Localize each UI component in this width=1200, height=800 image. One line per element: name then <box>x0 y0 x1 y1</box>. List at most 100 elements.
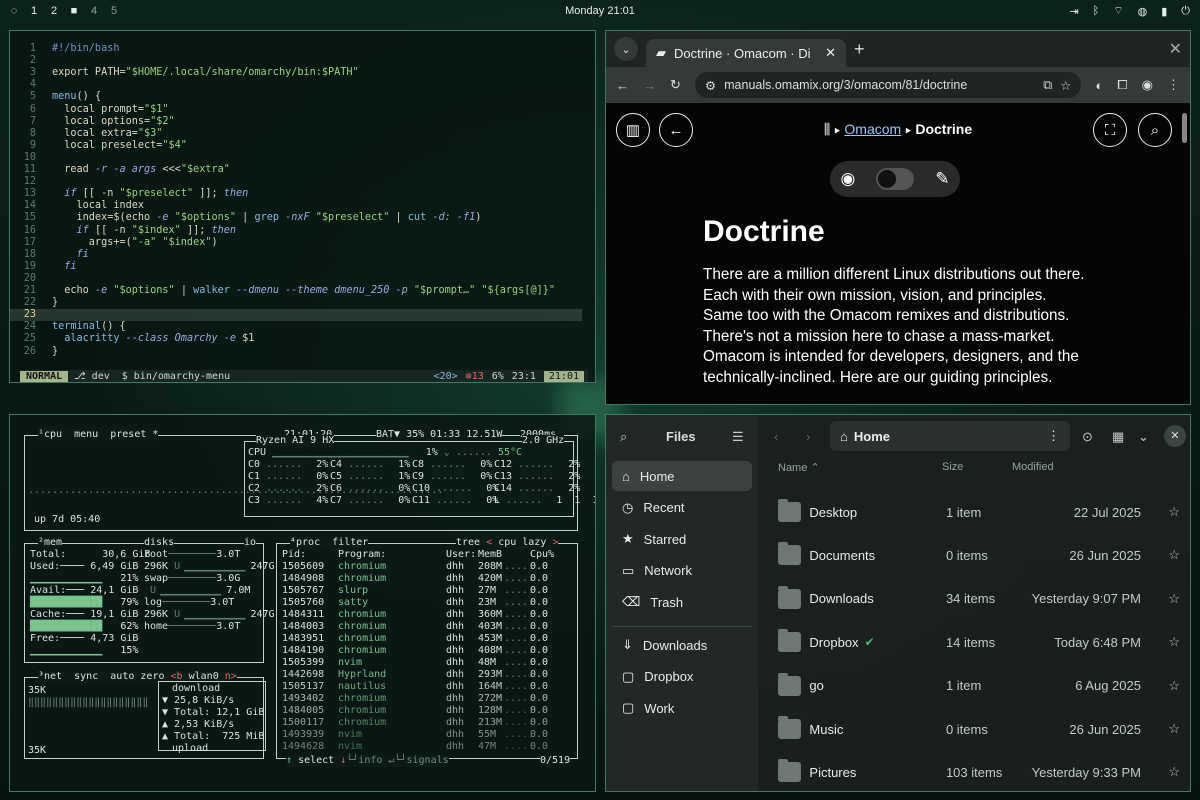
close-window-icon[interactable]: ✕ <box>1169 39 1182 59</box>
code-line[interactable]: 17 args+=("-a" "$index") <box>10 237 218 249</box>
code-line[interactable]: 11 read -r -a args <<< "$extra" <box>10 164 230 176</box>
code-line[interactable]: 12 <box>10 176 52 188</box>
neovim-window[interactable]: 1 #!/bin/bash 2 3 export PATH= "$HOME/.local/… <box>9 30 596 383</box>
star-icon[interactable]: ☆ <box>1141 634 1180 650</box>
code-line[interactable]: 9 local preselect= "$4" <box>10 140 187 152</box>
code-line[interactable]: 16 if [[ -n "$index" ]]; then <box>10 225 236 237</box>
star-icon[interactable]: ☆ <box>1141 547 1180 563</box>
workspace-1[interactable]: 1 <box>30 5 38 17</box>
disks-title[interactable]: disks <box>144 537 175 549</box>
extensions-puzzle-icon[interactable]: ⧠ <box>1117 77 1127 93</box>
tab-search-chevron-icon[interactable]: ⌄ <box>614 37 638 61</box>
sidebar-item-recent[interactable]: ◷ Recent <box>612 493 752 523</box>
file-row[interactable]: Desktop 1 item 22 Jul 2025 ☆ <box>778 497 1180 527</box>
star-icon[interactable]: ☆ <box>1141 764 1180 780</box>
code-line[interactable]: 21 echo -e "$options" | walker --dmenu -… <box>10 285 555 297</box>
workspace-3-active-icon[interactable]: ■ <box>70 5 78 17</box>
search-icon[interactable]: ⌕ <box>1138 113 1172 147</box>
sidebar-item-trash[interactable]: ⌫ Trash <box>612 587 752 617</box>
search-icon[interactable]: ⌕ <box>620 429 627 445</box>
code-line[interactable]: 13 if [[ -n "$preselect" ]]; then <box>10 188 249 200</box>
workspace-4[interactable]: 4 <box>90 5 98 17</box>
code-line[interactable]: 15 index=$(echo -e "$options" | grep -nx… <box>10 212 482 224</box>
browser-window[interactable]: ⌄ ▰ Doctrine · Omacom · Di ✕ + ✕ ← → ↻ ⚙… <box>605 30 1191 405</box>
profile-icon[interactable]: ◉ <box>1142 77 1153 93</box>
code-line[interactable]: 8 local extra= "$3" <box>10 128 163 140</box>
file-row[interactable]: Music 0 items 26 Jun 2025 ☆ <box>778 714 1180 744</box>
eye-icon[interactable]: ◉ <box>840 169 855 189</box>
files-window[interactable]: ⌕ Files ☰ ⌂ Home ◷ Recent ★ Starred ▭ Network ⌫ T… <box>605 414 1191 792</box>
workspace-2[interactable]: 2 <box>50 5 58 17</box>
code-line[interactable]: 26} <box>10 346 58 358</box>
view-options-icon[interactable]: ⊙ <box>1082 429 1093 445</box>
file-row[interactable]: go 1 item 6 Aug 2025 ☆ <box>778 671 1180 701</box>
logout-icon[interactable]: ⇥ <box>1069 5 1078 18</box>
col-size[interactable]: Size <box>942 461 1012 474</box>
forward-icon[interactable]: › <box>806 429 810 444</box>
star-icon[interactable]: ☆ <box>1141 504 1180 520</box>
col-modified[interactable]: Modified <box>1012 461 1112 474</box>
cpu-header[interactable]: ¹cpu menu preset * <box>38 429 159 441</box>
code-line[interactable]: 5 menu() { <box>10 91 101 103</box>
code-line[interactable]: 18 fi <box>10 249 89 261</box>
sidebar-item-downloads[interactable]: ⇓ Downloads <box>612 630 752 660</box>
code-line[interactable]: 23 <box>10 309 582 322</box>
file-row[interactable]: Downloads 34 items Yesterday 9:07 PM ☆ <box>778 584 1180 614</box>
code-line[interactable]: 24 terminal() { <box>10 321 126 333</box>
code-line[interactable]: 20 <box>10 273 52 285</box>
code-line[interactable]: 1 #!/bin/bash <box>10 43 120 55</box>
code-line[interactable]: 19 fi <box>10 261 77 273</box>
volume-icon[interactable]: ◍ <box>1138 5 1148 18</box>
proc-title[interactable]: ⁴proc filter <box>290 537 369 549</box>
file-row[interactable]: Dropbox ✔ 14 items Today 6:48 PM ☆ <box>778 627 1180 657</box>
sidebar-menu-icon[interactable]: ☰ <box>732 429 744 445</box>
mem-title[interactable]: ²mem <box>38 537 63 549</box>
grid-view-icon[interactable]: ▦ <box>1112 429 1124 445</box>
reload-icon[interactable]: ↻ <box>670 77 681 93</box>
extension-icon[interactable]: ◐ <box>1095 78 1103 93</box>
star-icon[interactable]: ☆ <box>1141 721 1180 737</box>
browser-tab[interactable]: ▰ Doctrine · Omacom · Di ✕ <box>646 39 846 67</box>
fullscreen-icon[interactable]: ⛶ <box>1093 113 1127 147</box>
clock[interactable]: Monday 21:01 <box>0 5 1200 17</box>
sidebar-item-starred[interactable]: ★ Starred <box>612 524 752 554</box>
path-bar[interactable]: ⌂ Home ⋮ <box>830 421 1070 451</box>
code-line[interactable]: 3 export PATH= "$HOME/.local/share/omarchy… <box>10 67 359 79</box>
sidebar-item-work[interactable]: ▢ Work <box>612 693 752 723</box>
bluetooth-icon[interactable]: ᛒ <box>1093 5 1100 17</box>
code-line[interactable]: 7 local options= "$2" <box>10 116 175 128</box>
path-menu-icon[interactable]: ⋮ <box>1047 428 1070 444</box>
io-title[interactable]: io <box>244 537 257 549</box>
bookmark-star-icon[interactable]: ☆ <box>1060 78 1071 93</box>
star-icon[interactable]: ☆ <box>1141 678 1180 694</box>
url-bar[interactable]: ⚙ manuals.omamix.org/3/omacom/81/doctrin… <box>694 72 1082 98</box>
edit-mode-switch[interactable] <box>876 168 915 190</box>
code-line[interactable]: 6 local prompt= "$1" <box>10 104 169 116</box>
battery-icon[interactable]: ▮ <box>1161 5 1167 18</box>
sidebar-item-dropbox[interactable]: ▢ Dropbox <box>612 662 752 692</box>
close-window-icon[interactable]: ✕ <box>1164 425 1186 447</box>
sidebar-item-network[interactable]: ▭ Network <box>612 556 752 586</box>
file-row[interactable]: Pictures 103 items Yesterday 9:33 PM ☆ <box>778 757 1180 787</box>
back-icon[interactable]: ← <box>616 78 629 93</box>
code-line[interactable]: 25 alacritty --class Omarchy -e $1 <box>10 333 255 345</box>
breadcrumb-link[interactable]: Omacom <box>844 121 901 137</box>
launcher-icon[interactable]: ◌ <box>10 5 18 17</box>
code-line[interactable]: 2 <box>10 55 52 67</box>
forward-icon[interactable]: → <box>643 78 656 93</box>
view-chevron-icon[interactable]: ⌄ <box>1138 429 1149 445</box>
col-name[interactable]: Name ⌃ <box>778 461 942 474</box>
file-row[interactable]: Documents 0 items 26 Jun 2025 ☆ <box>778 540 1180 570</box>
new-tab-icon[interactable]: + <box>854 39 865 60</box>
power-icon[interactable]: ⏻ <box>1181 5 1190 18</box>
install-icon[interactable]: ⧉ <box>1043 78 1052 93</box>
code-line[interactable]: 14 local index <box>10 200 144 212</box>
library-icon[interactable]: ⫼ <box>824 121 830 137</box>
back-icon[interactable]: ‹ <box>774 429 778 444</box>
sidebar-item-home[interactable]: ⌂ Home <box>612 461 752 491</box>
menu-dots-icon[interactable]: ⋮ <box>1167 77 1180 93</box>
code-line[interactable]: 10 <box>10 152 52 164</box>
wifi-icon[interactable]: ⌔ <box>1113 4 1123 18</box>
proc-footer[interactable]: ↑ select ↓└┘info ↵└┘signals <box>286 755 449 767</box>
pencil-icon[interactable]: ✎ <box>935 169 949 189</box>
